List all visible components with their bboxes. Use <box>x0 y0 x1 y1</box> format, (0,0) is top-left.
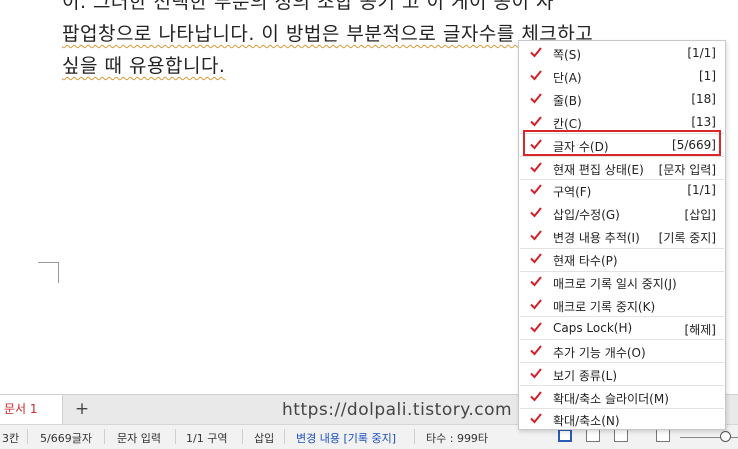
menu-item-value: [1] <box>699 68 716 83</box>
checkmark-icon <box>530 47 542 58</box>
checkmark-icon <box>530 345 542 356</box>
menu-item-value: [1/1] <box>687 46 716 60</box>
menu-item[interactable]: 매크로 기록 중지(K) <box>520 294 724 316</box>
menu-item[interactable]: 단(A) [1] <box>520 65 724 87</box>
tab-document-1[interactable]: 문서 1 <box>0 395 63 424</box>
status-section[interactable]: 1/1 구역 <box>186 430 227 446</box>
menu-item-label: 현재 타수(P) <box>553 254 618 269</box>
menu-item-label: 매크로 기록 일시 중지(J) <box>553 277 677 291</box>
document-line-1: 이. 그러한 선택한 부분의 정의 조합 공기 고 이 게이 공이 사 <box>62 0 555 13</box>
menu-item-label: 구역(F) <box>553 185 592 200</box>
menu-item[interactable]: 추가 기능 개수(O) <box>520 340 724 362</box>
checkmark-icon <box>530 276 542 287</box>
checkmark-icon <box>530 367 542 379</box>
checkmark-icon <box>530 70 542 81</box>
menu-item[interactable]: 변경 내용 추적(I) [기록 중지] <box>520 225 724 247</box>
menu-item-label: 현재 편집 상태(E) <box>553 162 644 177</box>
menu-item-value: [삽입] <box>684 208 716 223</box>
page-corner-mark <box>38 262 59 283</box>
menu-item-label: 보기 종류(L) <box>553 368 618 383</box>
checkmark-icon <box>530 413 542 424</box>
checkmark-icon <box>530 390 542 401</box>
status-input-mode[interactable]: 문자 입력 <box>117 430 161 446</box>
menu-item[interactable]: 구역(F) [1/1] <box>520 179 724 201</box>
menu-item-label: Caps Lock(H) <box>553 320 633 335</box>
checkmark-icon <box>530 253 542 264</box>
checkmark-icon <box>530 161 542 172</box>
watermark-url: https://dolpali.tistory.com <box>282 400 513 420</box>
status-separator <box>242 429 243 444</box>
menu-item[interactable]: 삽입/수정(G) [삽입] <box>520 202 724 224</box>
menu-item-label: 확대/축소(N) <box>553 414 620 429</box>
menu-item[interactable]: 보기 종류(L) <box>520 363 724 385</box>
highlight-annotation-box <box>523 130 721 156</box>
checkmark-icon <box>530 230 542 241</box>
document-line-2-text: 팝업창으로 나타납니다. 이 방법은 부분적으로 글자수를 체크하고 <box>62 23 594 45</box>
menu-item-value: [해제] <box>684 322 716 337</box>
add-tab-button[interactable]: + <box>68 398 96 420</box>
menu-item-label: 줄(B) <box>553 93 582 108</box>
menu-item-label: 삽입/수정(G) <box>553 208 620 223</box>
menu-item-label: 단(A) <box>553 70 582 85</box>
zoom-slider-handle[interactable] <box>720 431 731 442</box>
menu-item-label: 매크로 기록 중지(K) <box>553 299 656 314</box>
menu-item-label: 쪽(S) <box>553 48 582 62</box>
zoom-out-icon[interactable] <box>656 429 670 442</box>
menu-item-value: [13] <box>691 114 716 129</box>
menu-item[interactable]: 현재 타수(P) <box>520 248 724 270</box>
width-view-icon[interactable] <box>586 429 600 442</box>
menu-item-label: 확대/축소 슬라이더(M) <box>553 391 669 406</box>
menu-item-value: [1/1] <box>687 183 716 198</box>
status-typing-speed[interactable]: 타수 : 999타 <box>426 430 488 446</box>
status-insert-mode[interactable]: 삽입 <box>254 430 274 446</box>
status-char-count[interactable]: 5/669글자 <box>40 430 92 446</box>
checkmark-icon <box>530 184 542 195</box>
status-bar-options-menu: 쪽(S) [1/1] 단(A) [1] 줄(B) [18] 칸(C) [13] 글자 수(D)[… <box>518 40 726 430</box>
menu-item[interactable]: 확대/축소(N) <box>520 408 724 430</box>
checkmark-icon <box>530 207 542 218</box>
menu-item-value: [기록 중지] <box>658 231 716 246</box>
menu-item-label: 변경 내용 추적(I) <box>553 231 640 246</box>
menu-item[interactable]: 현재 편집 상태(E) [문자 입력] <box>520 157 724 179</box>
status-separator <box>284 429 285 444</box>
menu-item[interactable]: 매크로 기록 일시 중지(J) <box>520 271 724 293</box>
menu-item[interactable]: Caps Lock(H) [해제] <box>520 317 724 339</box>
status-separator <box>27 429 28 444</box>
checkmark-icon <box>530 116 542 127</box>
checkmark-icon <box>530 322 542 333</box>
page-view-icon[interactable] <box>558 429 572 442</box>
status-track-changes[interactable]: 변경 내용 [기록 중지] <box>296 430 396 446</box>
status-separator <box>104 429 105 444</box>
menu-item[interactable]: 쪽(S) [1/1] <box>520 42 724 64</box>
document-line-3-text: 싶을 때 유용합니다. <box>62 55 226 77</box>
menu-item-value: [문자 입력] <box>658 162 716 177</box>
menu-item-value: [18] <box>691 91 716 106</box>
menu-item[interactable]: 확대/축소 슬라이더(M) <box>520 386 724 408</box>
tab-document-1-label: 문서 1 <box>4 402 38 416</box>
status-separator <box>175 429 176 444</box>
status-column[interactable]: 3칸 <box>2 430 19 446</box>
menu-item-label: 추가 기능 개수(O) <box>553 345 646 360</box>
checkmark-icon <box>530 299 542 310</box>
checkmark-icon <box>530 93 542 104</box>
menu-item[interactable]: 줄(B) [18] <box>520 88 724 110</box>
full-view-icon[interactable] <box>614 429 628 442</box>
status-separator <box>414 429 415 444</box>
